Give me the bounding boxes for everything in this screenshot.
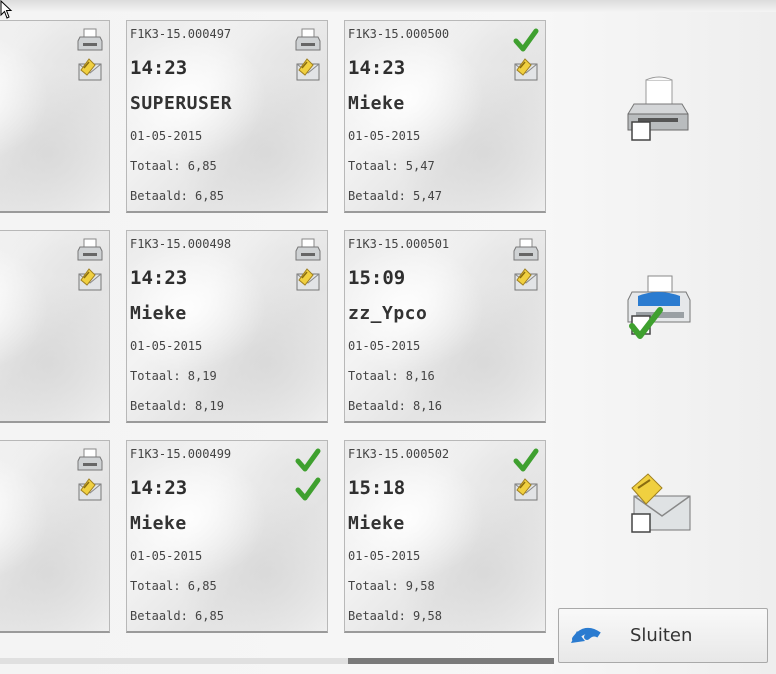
receipt-paid: Betaald: 8,16: [348, 399, 442, 413]
close-button-label: Sluiten: [630, 625, 693, 646]
checkmark-icon: [295, 447, 321, 473]
undo-arrow-icon: [571, 627, 601, 643]
receipt-total: Totaal: 5,47: [348, 159, 435, 173]
receipt-user: Mieke: [348, 93, 405, 114]
printer-icon: [77, 27, 103, 53]
print-confirm-button[interactable]: [624, 272, 694, 344]
printer-icon: [513, 237, 539, 263]
receipt-card[interactable]: 96ER2: [0, 440, 110, 633]
envelope-icon: [77, 476, 103, 502]
receipt-time: 14:23: [348, 57, 406, 79]
envelope-icon: [77, 56, 103, 82]
checkmark-icon: [513, 27, 539, 53]
receipt-user: zz_Ypco: [348, 303, 428, 324]
receipt-number: F1K3-15.000498: [130, 237, 232, 251]
receipt-time: 14:23: [130, 57, 188, 79]
printer-icon: [77, 447, 103, 473]
receipt-printer-button[interactable]: [624, 74, 694, 146]
receipt-total: Totaal: 6,85: [130, 579, 217, 593]
receipt-number: F1K3-15.000497: [130, 27, 232, 41]
receipts-grid: 942 F1K3-15.000497 14:23 SUPERUSER 01-05-201…: [0, 0, 556, 674]
envelope-icon: [77, 266, 103, 292]
receipt-printer-icon: [627, 76, 689, 141]
receipt-total: Totaal: 9,58: [348, 579, 435, 593]
receipt-card[interactable]: 942: [0, 20, 110, 213]
printer-icon: [77, 237, 103, 263]
receipt-time: 15:09: [348, 267, 406, 289]
receipt-card[interactable]: 95ER9: [0, 230, 110, 423]
receipt-number: F1K3-15.000499: [130, 447, 232, 461]
envelope-icon: [513, 476, 539, 502]
email-button[interactable]: [624, 470, 694, 542]
receipt-date: 01-05-2015: [130, 129, 203, 143]
receipt-date: 01-05-2015: [348, 339, 421, 353]
receipt-date: 01-05-2015: [130, 339, 203, 353]
receipt-paid: Betaald: 6,85: [130, 609, 224, 623]
printer-icon: [295, 27, 321, 53]
envelope-icon: [295, 266, 321, 292]
envelope-icon: [295, 56, 321, 82]
checkmark-icon: [513, 447, 539, 473]
printer-check-icon: [627, 275, 691, 339]
receipt-card[interactable]: F1K3-15.000499 14:23 Mieke 01-05-2015 Totaal…: [126, 440, 328, 633]
receipt-number: F1K3-15.000501: [348, 237, 450, 251]
horizontal-scrollbar[interactable]: [0, 658, 554, 664]
email-icon: [631, 473, 691, 533]
receipt-card[interactable]: F1K3-15.000500 14:23 Mieke 01-05-2015 Totaal…: [344, 20, 546, 213]
receipt-total: Totaal: 8,19: [130, 369, 217, 383]
receipt-date: 01-05-2015: [130, 549, 203, 563]
receipt-user: Mieke: [130, 513, 187, 534]
receipt-card[interactable]: F1K3-15.000502 15:18 Mieke 01-05-2015 Totaal…: [344, 440, 546, 633]
receipt-date: 01-05-2015: [348, 549, 421, 563]
receipt-time: 14:23: [130, 267, 188, 289]
close-button[interactable]: Sluiten: [558, 608, 768, 663]
receipt-paid: Betaald: 9,58: [348, 609, 442, 623]
receipt-user: SUPERUSER: [130, 93, 233, 114]
receipt-date: 01-05-2015: [348, 129, 421, 143]
receipt-total: Totaal: 8,16: [348, 369, 435, 383]
receipt-number: F1K3-15.000502: [348, 447, 450, 461]
receipt-user: Mieke: [348, 513, 405, 534]
mouse-cursor-icon: [0, 0, 13, 19]
receipt-user: Mieke: [130, 303, 187, 324]
receipt-number: F1K3-15.000500: [348, 27, 450, 41]
receipt-total: Totaal: 6,85: [130, 159, 217, 173]
receipt-card[interactable]: F1K3-15.000497 14:23 SUPERUSER 01-05-2015 To…: [126, 20, 328, 213]
envelope-icon: [513, 266, 539, 292]
receipt-time: 14:23: [130, 477, 188, 499]
scrollbar-thumb[interactable]: [348, 658, 554, 664]
envelope-icon: [513, 56, 539, 82]
printer-icon: [295, 237, 321, 263]
receipt-card[interactable]: F1K3-15.000501 15:09 zz_Ypco 01-05-2015 Tota…: [344, 230, 546, 423]
receipt-paid: Betaald: 8,19: [130, 399, 224, 413]
receipt-card[interactable]: F1K3-15.000498 14:23 Mieke 01-05-2015 Totaal…: [126, 230, 328, 423]
receipt-paid: Betaald: 6,85: [130, 189, 224, 203]
checkmark-icon: [295, 476, 321, 502]
receipt-time: 15:18: [348, 477, 406, 499]
receipt-paid: Betaald: 5,47: [348, 189, 442, 203]
